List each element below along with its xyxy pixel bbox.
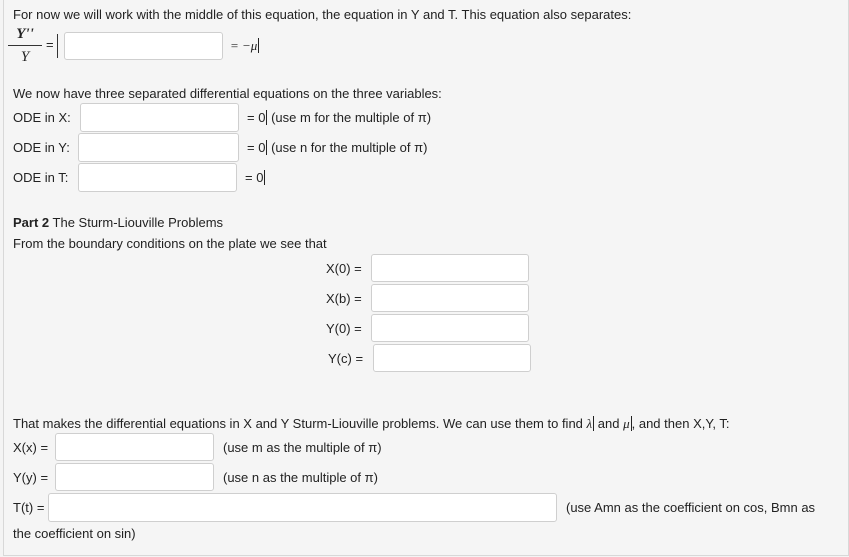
minus-mu-rhs: = −μ [230,38,260,53]
bc-yc-label: Y(c) = [328,351,364,366]
ode-y-rhs: = 0 (use n for the multiple of π) [247,140,428,155]
bc-xb-label: X(b) = [326,291,362,306]
bc-xb-input[interactable] [371,284,529,312]
fraction-numerator: Y'' [16,26,34,42]
ode-x-rhs: = 0 (use m for the multiple of π) [247,110,432,125]
tt-note-continued: the coefficient on sin) [13,526,136,541]
xx-note: (use m as the multiple of π) [223,440,382,455]
ode-t-label: ODE in T: [13,170,69,185]
tt-note: (use Amn as the coefficient on cos, Bmn … [566,500,816,515]
xx-label: X(x) = [13,440,49,455]
ode-y-input[interactable] [78,133,239,162]
part2-title: Part 2 The Sturm-Liouville Problems [13,215,224,230]
yy-label: Y(y) = [13,470,49,485]
bc-yc-input[interactable] [373,344,531,372]
tt-label: T(t) = [13,500,45,515]
ode-t-input[interactable] [78,163,237,192]
mu-symbol: μ [623,416,630,431]
xx-solution-input[interactable] [55,433,214,461]
lambda-symbol: λ [586,416,593,431]
yy-note: (use n as the multiple of π) [223,470,378,485]
yy-solution-input[interactable] [55,463,214,491]
ode-x-label: ODE in X: [13,110,71,125]
fraction-y-double-prime-over-y: Y'' Y [8,25,42,65]
tt-solution-input[interactable] [48,493,557,522]
ode-t-rhs: = 0 [245,170,266,185]
ode-x-input[interactable] [80,103,239,132]
ode-y-label: ODE in Y: [13,140,70,155]
fraction-denominator: Y [20,49,30,65]
conclusion-text: That makes the differential equations in… [13,416,730,431]
ode-heading: We now have three separated differential… [13,86,442,101]
intro-text: For now we will work with the middle of … [13,7,632,22]
bc-y0-label: Y(0) = [326,321,362,336]
separation-answer-input[interactable] [64,32,223,60]
bc-x0-input[interactable] [371,254,529,282]
part2-intro: From the boundary conditions on the plat… [13,236,327,251]
text-cursor [57,34,58,58]
bc-y0-input[interactable] [371,314,529,342]
equals-sign: = [46,37,54,52]
bc-x0-label: X(0) = [326,261,362,276]
fraction-bar [8,45,42,46]
